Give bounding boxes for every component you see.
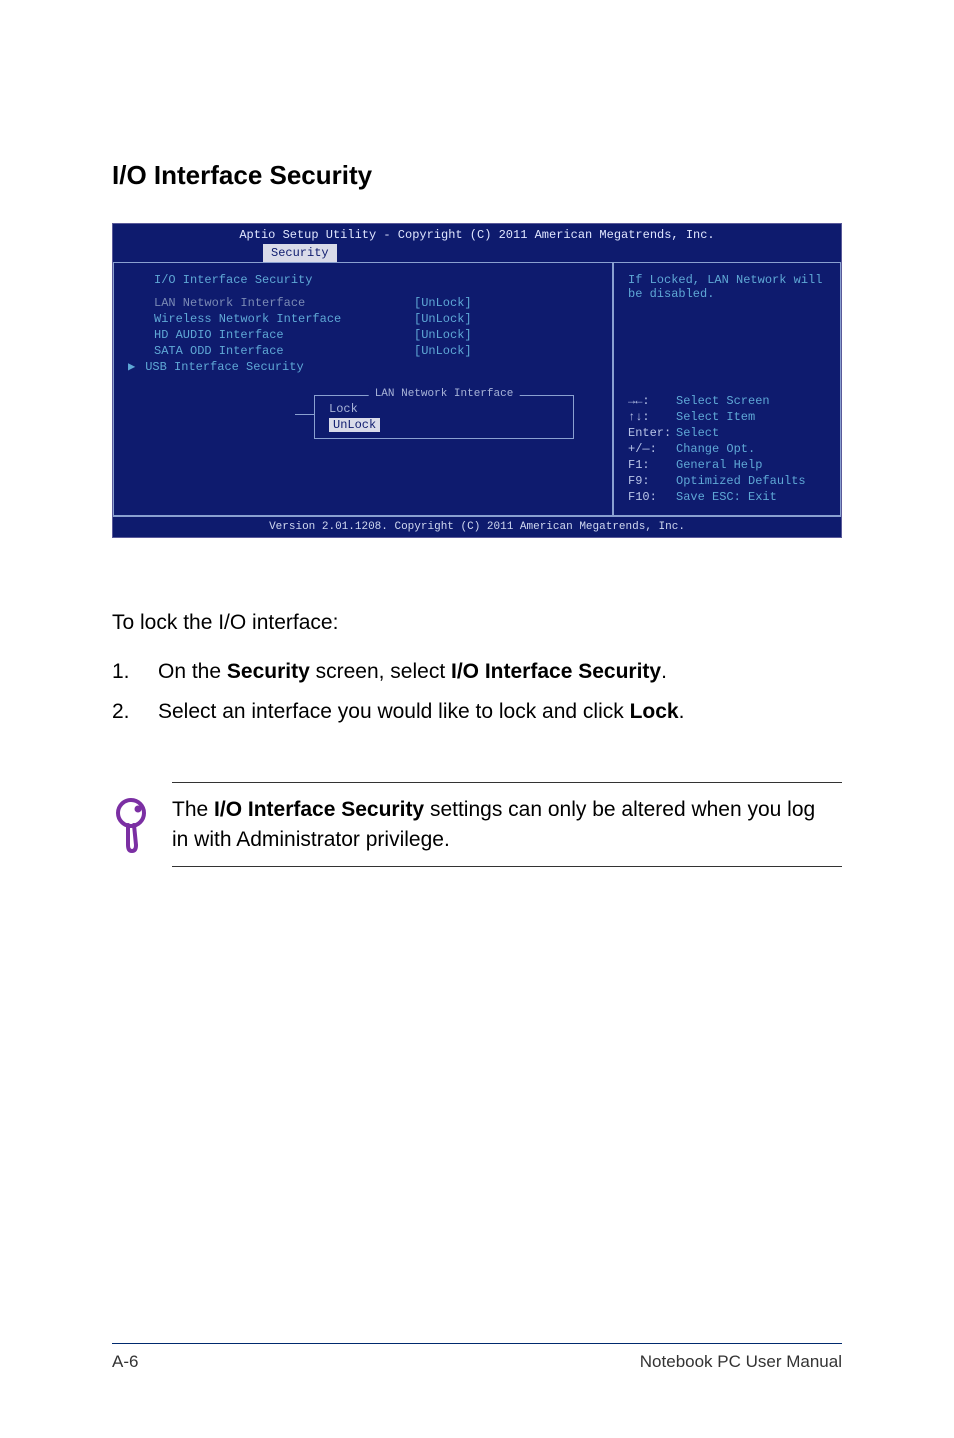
- manual-title: Notebook PC User Manual: [640, 1352, 842, 1372]
- bios-item-label: Wireless Network Interface: [154, 312, 414, 326]
- bios-right-panel: If Locked, LAN Network will be disabled.…: [613, 262, 841, 516]
- bios-header: Aptio Setup Utility - Copyright (C) 2011…: [113, 224, 841, 262]
- bios-item-wireless: Wireless Network Interface [UnLock]: [114, 311, 612, 327]
- note-text: The I/O Interface Security settings can …: [172, 782, 842, 867]
- bios-popup-option-unlock: UnLock: [329, 418, 380, 432]
- bios-popup-title: LAN Network Interface: [369, 388, 520, 400]
- bios-item-label: HD AUDIO Interface: [154, 328, 414, 342]
- bios-popup-option-lock: Lock: [315, 400, 573, 418]
- bios-item-value: [UnLock]: [414, 296, 472, 310]
- bios-item-value: [UnLock]: [414, 312, 472, 326]
- bios-footer: Version 2.01.1208. Copyright (C) 2011 Am…: [113, 516, 841, 537]
- bios-item-label: SATA ODD Interface: [154, 344, 414, 358]
- bios-item-label: USB Interface Security: [145, 360, 303, 374]
- bios-item-lan: LAN Network Interface [UnLock]: [114, 295, 612, 311]
- bios-popup: LAN Network Interface Lock UnLock: [314, 395, 574, 439]
- note-block: The I/O Interface Security settings can …: [112, 782, 842, 867]
- bios-left-panel: I/O Interface Security LAN Network Inter…: [113, 262, 613, 516]
- submenu-caret-icon: ▶: [128, 359, 135, 374]
- step-number: 1.: [112, 660, 158, 684]
- bios-item-usb-security: ▶ USB Interface Security: [114, 359, 612, 374]
- bios-item-hdaudio: HD AUDIO Interface [UnLock]: [114, 327, 612, 343]
- step-number: 2.: [112, 700, 158, 724]
- bios-tab-security: Security: [263, 244, 337, 262]
- bios-item-value: [UnLock]: [414, 344, 472, 358]
- bios-item-sataodd: SATA ODD Interface [UnLock]: [114, 343, 612, 359]
- page-number: A-6: [112, 1352, 138, 1372]
- bios-screenshot: Aptio Setup Utility - Copyright (C) 2011…: [112, 223, 842, 538]
- bios-help-text: If Locked, LAN Network will be disabled.: [628, 273, 830, 301]
- tip-icon: [112, 797, 172, 853]
- list-item: 2. Select an interface you would like to…: [112, 692, 842, 732]
- bios-key-help: →←:Select Screen ↑↓:Select Item Enter:Se…: [628, 393, 830, 505]
- bios-section-title: I/O Interface Security: [114, 273, 612, 295]
- bios-header-title: Aptio Setup Utility - Copyright (C) 2011…: [113, 228, 841, 244]
- step-text: On the Security screen, select I/O Inter…: [158, 660, 842, 684]
- bios-item-value: [UnLock]: [414, 328, 472, 342]
- list-item: 1. On the Security screen, select I/O In…: [112, 652, 842, 692]
- intro-text: To lock the I/O interface:: [112, 608, 842, 638]
- steps-list: 1. On the Security screen, select I/O In…: [112, 652, 842, 732]
- page-footer: A-6 Notebook PC User Manual: [112, 1343, 842, 1372]
- bios-item-label: LAN Network Interface: [154, 296, 414, 310]
- section-heading: I/O Interface Security: [112, 160, 842, 191]
- step-text: Select an interface you would like to lo…: [158, 700, 842, 724]
